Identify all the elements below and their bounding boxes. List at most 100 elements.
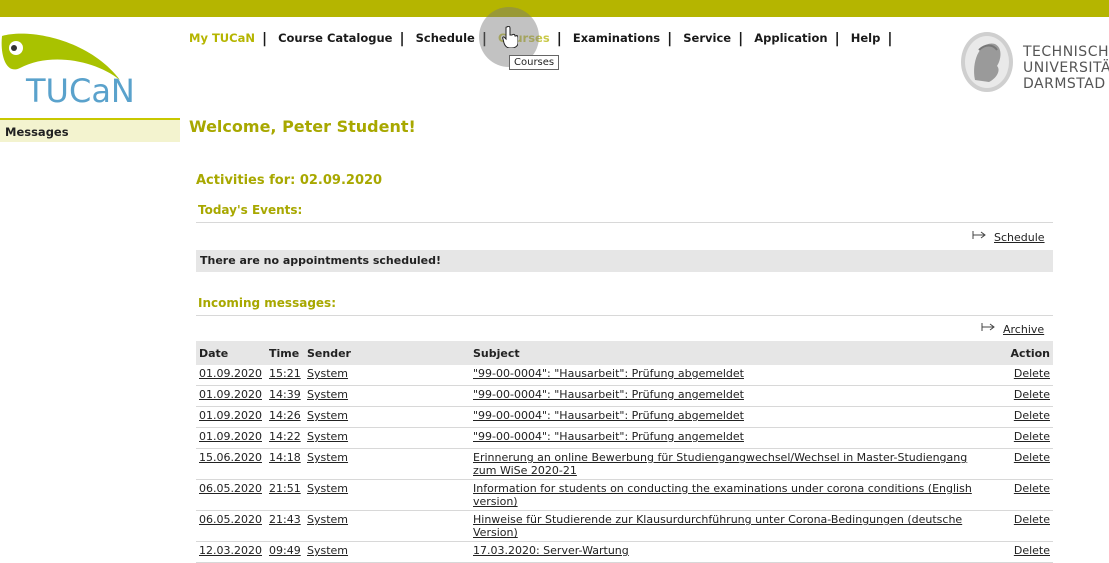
top-color-bar: [0, 0, 1109, 17]
message-subject-link[interactable]: Erinnerung an online Bewerbung für Studi…: [473, 451, 967, 477]
table-row: 01.09.2020 15:21 System "99-00-0004": "Haus…: [196, 365, 1053, 386]
welcome-heading: Welcome, Peter Student!: [189, 117, 416, 136]
column-header-date[interactable]: Date: [196, 341, 266, 365]
incoming-messages-heading: Incoming messages:: [198, 296, 336, 310]
delete-link[interactable]: Delete: [1014, 367, 1050, 380]
column-header-time[interactable]: Time: [266, 341, 304, 365]
message-time-link[interactable]: 21:51: [269, 482, 301, 495]
university-name: TECHNISCH UNIVERSITÄ DARMSTAD: [1023, 44, 1109, 92]
university-line: DARMSTAD: [1023, 76, 1106, 92]
message-date-link[interactable]: 12.03.2020: [199, 544, 262, 557]
table-cell: 14:18: [266, 448, 304, 480]
message-time-link[interactable]: 21:43: [269, 513, 301, 526]
message-date-link[interactable]: 06.05.2020: [199, 482, 262, 495]
delete-link[interactable]: Delete: [1014, 451, 1050, 464]
message-time-link[interactable]: 14:39: [269, 388, 301, 401]
table-cell: 06.05.2020: [196, 479, 266, 511]
nav-service[interactable]: Service: [683, 31, 731, 45]
message-subject-link[interactable]: "99-00-0004": "Hausarbeit": Prüfung ange…: [473, 388, 744, 401]
table-cell: "99-00-0004": "Hausarbeit": Prüfung ange…: [470, 427, 997, 449]
message-date-link[interactable]: 06.05.2020: [199, 513, 262, 526]
table-cell: Delete: [997, 479, 1053, 511]
table-cell: 01.09.2020: [196, 427, 266, 449]
table-cell: 01.09.2020: [196, 385, 266, 407]
nav-separator: |: [834, 31, 840, 47]
sidebar-item-messages[interactable]: Messages: [0, 118, 180, 142]
table-row: 12.03.2020 09:49 System 17.03.2020: Server-…: [196, 541, 1053, 563]
delete-link[interactable]: Delete: [1014, 409, 1050, 422]
main-nav: My TUCaN | Course Catalogue | Schedule | Co…: [189, 30, 899, 47]
activities-heading: Activities for: 02.09.2020: [196, 173, 383, 188]
nav-separator: |: [556, 31, 562, 47]
university-seal-icon[interactable]: [957, 30, 1017, 94]
delete-link[interactable]: Delete: [1014, 482, 1050, 495]
table-cell: Delete: [997, 510, 1053, 542]
delete-link[interactable]: Delete: [1014, 388, 1050, 401]
message-date-link[interactable]: 01.09.2020: [199, 430, 262, 443]
todays-events-heading: Today's Events:: [198, 203, 303, 217]
message-sender-link[interactable]: System: [307, 430, 348, 443]
nav-separator: |: [261, 31, 268, 47]
message-time-link[interactable]: 14:18: [269, 451, 301, 464]
message-subject-link[interactable]: "99-00-0004": "Hausarbeit": Prüfung abge…: [473, 367, 744, 380]
table-cell: Delete: [997, 541, 1053, 563]
message-subject-link[interactable]: Information for students on conducting t…: [473, 482, 972, 508]
divider: [196, 222, 1053, 223]
table-row: 01.09.2020 14:22 System "99-00-0004": "Haus…: [196, 427, 1053, 449]
table-cell: "99-00-0004": "Hausarbeit": Prüfung ange…: [470, 385, 997, 407]
table-header-row: Date Time Sender Subject Action: [196, 341, 1053, 365]
table-row: 06.05.2020 21:43 System Hinweise für Studie…: [196, 510, 1053, 542]
message-date-link[interactable]: 01.09.2020: [199, 409, 262, 422]
delete-link[interactable]: Delete: [1014, 544, 1050, 557]
message-subject-link[interactable]: 17.03.2020: Server-Wartung: [473, 544, 629, 557]
nav-course-catalogue[interactable]: Course Catalogue: [278, 31, 392, 45]
table-cell: 01.09.2020: [196, 406, 266, 428]
table-row: 01.09.2020 14:39 System "99-00-0004": "Haus…: [196, 385, 1053, 407]
message-sender-link[interactable]: System: [307, 367, 348, 380]
message-time-link[interactable]: 14:26: [269, 409, 301, 422]
nav-application[interactable]: Application: [754, 31, 827, 45]
table-cell: 21:51: [266, 479, 304, 511]
table-cell: System: [304, 406, 470, 428]
message-sender-link[interactable]: System: [307, 544, 348, 557]
arrow-right-icon: [972, 231, 986, 239]
message-date-link[interactable]: 01.09.2020: [199, 388, 262, 401]
message-sender-link[interactable]: System: [307, 513, 348, 526]
table-cell: Hinweise für Studierende zur Klausurdurc…: [470, 510, 997, 542]
message-date-link[interactable]: 15.06.2020: [199, 451, 262, 464]
nav-help[interactable]: Help: [851, 31, 881, 45]
message-subject-link[interactable]: "99-00-0004": "Hausarbeit": Prüfung abge…: [473, 409, 744, 422]
message-sender-link[interactable]: System: [307, 388, 348, 401]
message-date-link[interactable]: 01.09.2020: [199, 367, 262, 380]
message-subject-link[interactable]: Hinweise für Studierende zur Klausurdurc…: [473, 513, 962, 539]
table-cell: 01.09.2020: [196, 365, 266, 386]
table-row: 15.06.2020 14:18 System Erinnerung an onlin…: [196, 448, 1053, 480]
delete-link[interactable]: Delete: [1014, 430, 1050, 443]
table-cell: System: [304, 510, 470, 542]
message-time-link[interactable]: 14:22: [269, 430, 301, 443]
messages-table: Date Time Sender Subject Action 01.09.20…: [196, 341, 1053, 563]
table-cell: System: [304, 365, 470, 386]
table-cell: 14:39: [266, 385, 304, 407]
column-header-subject[interactable]: Subject: [470, 341, 997, 365]
arrow-right-icon: [981, 323, 995, 331]
message-subject-link[interactable]: "99-00-0004": "Hausarbeit": Prüfung ange…: [473, 430, 744, 443]
nav-examinations[interactable]: Examinations: [573, 31, 660, 45]
message-sender-link[interactable]: System: [307, 451, 348, 464]
nav-separator: |: [667, 31, 673, 47]
message-time-link[interactable]: 09:49: [269, 544, 301, 557]
schedule-link[interactable]: Schedule: [994, 231, 1045, 244]
table-cell: 14:26: [266, 406, 304, 428]
table-cell: System: [304, 385, 470, 407]
table-cell: Delete: [997, 385, 1053, 407]
table-cell: System: [304, 479, 470, 511]
message-sender-link[interactable]: System: [307, 482, 348, 495]
message-sender-link[interactable]: System: [307, 409, 348, 422]
archive-link[interactable]: Archive: [1003, 323, 1044, 336]
table-cell: 15.06.2020: [196, 448, 266, 480]
message-time-link[interactable]: 15:21: [269, 367, 301, 380]
nav-schedule[interactable]: Schedule: [416, 31, 475, 45]
column-header-sender[interactable]: Sender: [304, 341, 470, 365]
nav-my-tucan[interactable]: My TUCaN: [189, 31, 255, 45]
delete-link[interactable]: Delete: [1014, 513, 1050, 526]
